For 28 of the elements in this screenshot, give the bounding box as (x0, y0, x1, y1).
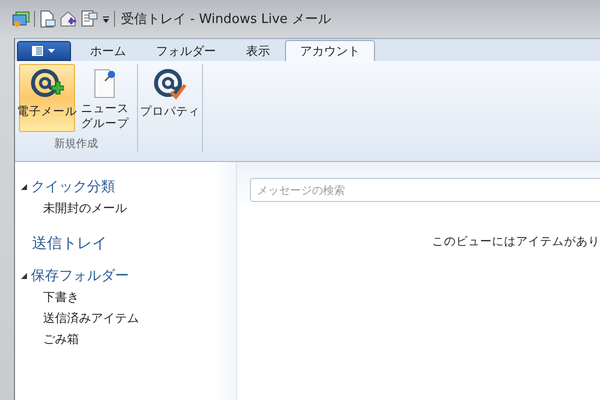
ribbon-tab[interactable]: アカウント (285, 40, 375, 61)
app-icon[interactable] (12, 11, 30, 27)
group-label: 新規作成 (54, 136, 98, 151)
at-check-icon (153, 68, 187, 102)
expand-triangle-icon (21, 184, 27, 190)
dropdown-icon[interactable] (102, 14, 110, 24)
folder-item[interactable]: 送信済みアイテム (15, 308, 145, 329)
folder-item[interactable]: 未開封のメール (15, 198, 133, 219)
ribbon-button[interactable]: 電子メール (19, 64, 75, 132)
ribbon-button[interactable]: ニュースグループ (77, 64, 133, 132)
search-field[interactable]: メッセージの検索 (250, 178, 600, 202)
menu-icon (31, 45, 57, 57)
app-menu-button[interactable] (17, 41, 71, 61)
folder-group-header[interactable]: クイック分類 (15, 176, 121, 198)
folder-item[interactable]: 下書き (15, 287, 85, 308)
document-list-icon[interactable] (81, 10, 98, 28)
ribbon-tab[interactable]: ホーム (75, 40, 141, 61)
folder-item[interactable]: ごみ箱 (15, 329, 85, 350)
empty-message: このビューにはアイテムがあり (432, 234, 600, 249)
folder-group-header[interactable]: 保存フォルダー (15, 265, 135, 287)
new-document-icon[interactable] (39, 10, 56, 28)
window-title: 受信トレイ - Windows Live メール (121, 11, 331, 28)
account-item[interactable]: 送信トレイ (15, 231, 236, 255)
ribbon-tab[interactable]: 表示 (231, 40, 285, 61)
envelope-reply-icon[interactable] (60, 10, 77, 28)
ribbon-tab[interactable]: フォルダー (141, 40, 231, 61)
expand-triangle-icon (21, 273, 27, 279)
ribbon-button[interactable]: プロパティ (142, 64, 198, 132)
